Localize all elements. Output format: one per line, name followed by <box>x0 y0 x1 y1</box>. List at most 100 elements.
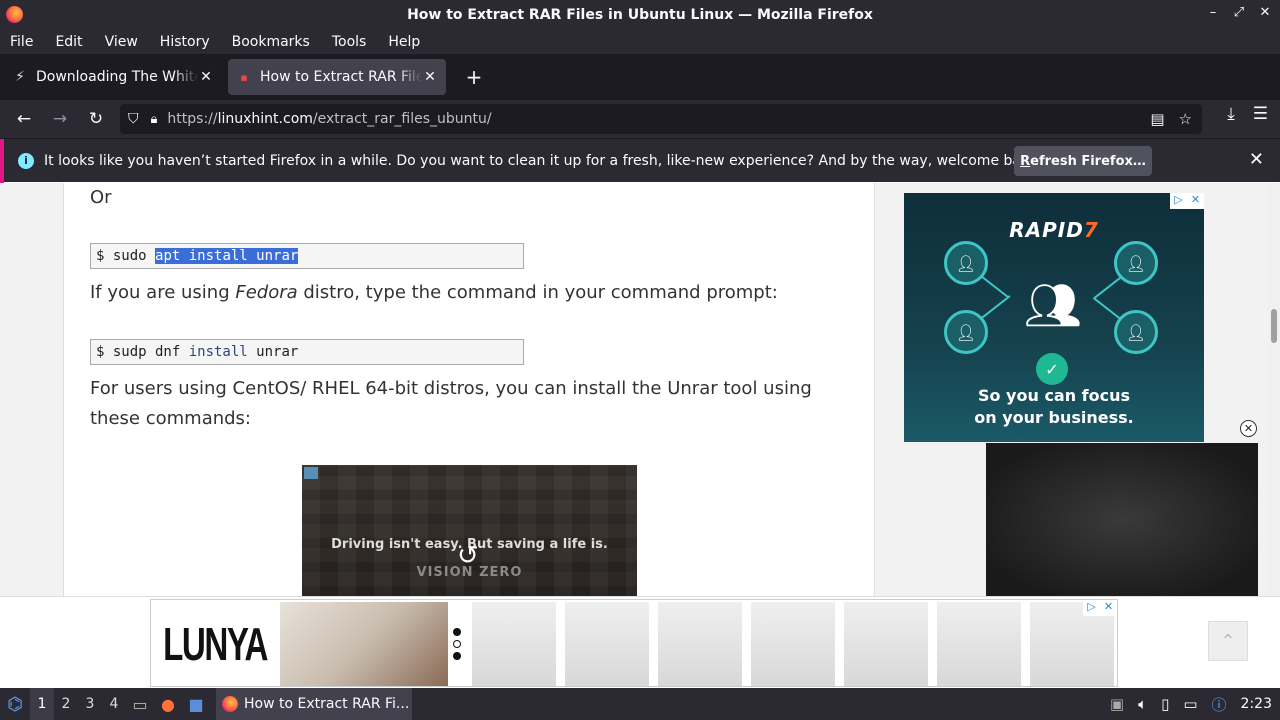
clock: 2:23 <box>1240 696 1272 712</box>
network-icon[interactable]: ▭ <box>1183 695 1197 713</box>
taskbar-firefox-window[interactable]: How to Extract RAR Fi... <box>216 688 412 720</box>
adchoices[interactable]: ▷ ✕ <box>1083 600 1117 616</box>
toolbar-right: ⤓ ☰ <box>1227 104 1268 124</box>
adchoices[interactable]: ▷ ✕ <box>1170 193 1204 209</box>
tab-bar: ⚡ Downloading The White House ✕ ▪ How to… <box>0 54 1280 100</box>
tab-label: How to Extract RAR Files in Ubuntu Linux <box>260 69 422 85</box>
firefox-task-icon <box>222 696 238 712</box>
url-bar[interactable]: ⛉ 🔒︎ https://linuxhint.com/extract_rar_f… <box>120 104 1202 134</box>
menu-tools[interactable]: Tools <box>332 34 367 50</box>
fedora-pre: If you are using <box>90 282 236 303</box>
replay-icon[interactable]: ↺ <box>457 541 479 571</box>
ad-hero-image <box>280 602 448 686</box>
start-menu-icon[interactable]: ⌬ <box>0 688 30 720</box>
file-manager-icon[interactable]: ▭ <box>126 688 154 720</box>
linuxhint-favicon-icon: ▪ <box>240 70 248 84</box>
bottom-ad-banner: LUNYA ▷ ✕ ⌃ <box>0 596 1280 688</box>
tracking-shield-icon[interactable]: ⛉ <box>128 111 139 127</box>
rapid7-logo: RAPID7 <box>904 218 1204 242</box>
download-icon[interactable]: ⤓ <box>1227 104 1235 124</box>
url-text[interactable]: https://linuxhint.com/extract_rar_files_… <box>167 111 491 127</box>
bookmark-star-icon[interactable]: ☆ <box>1179 110 1192 128</box>
navigation-bar: ← → ↻ ⛉ 🔒︎ https://linuxhint.com/extract… <box>0 100 1280 138</box>
product-image[interactable] <box>844 602 928 686</box>
menu-help[interactable]: Help <box>388 34 420 50</box>
back-icon[interactable]: ← <box>6 104 42 134</box>
adchoices-icon[interactable]: ▷ <box>1170 193 1187 209</box>
lunya-ad[interactable]: LUNYA ▷ ✕ <box>150 599 1118 687</box>
user-node-icon: 👤︎ <box>944 310 988 354</box>
close-window-icon[interactable]: ✕ <box>1258 5 1272 20</box>
scrollbar-thumb[interactable] <box>1271 309 1277 343</box>
hamburger-menu-icon[interactable]: ☰ <box>1253 104 1268 124</box>
close-tab-icon[interactable]: ✕ <box>198 69 214 85</box>
workspace-1[interactable]: 1 <box>30 688 54 720</box>
menu-bar: File Edit View History Bookmarks Tools H… <box>0 29 1280 54</box>
forward-icon[interactable]: → <box>42 104 78 134</box>
lock-icon[interactable]: 🔒︎ <box>151 112 158 127</box>
menu-file[interactable]: File <box>10 34 33 50</box>
lunya-logo: LUNYA <box>163 618 268 670</box>
back-to-top-button[interactable]: ⌃ <box>1208 621 1248 661</box>
reader-view-icon[interactable]: ▤ <box>1150 110 1164 128</box>
refresh-accesskey: R <box>1020 153 1031 169</box>
refresh-firefox-button[interactable]: Refresh Firefox… <box>1014 146 1152 176</box>
tab-downloading[interactable]: ⚡ Downloading The White House ✕ <box>4 59 222 95</box>
maximize-icon[interactable]: ⤢ <box>1232 5 1246 20</box>
lightning-icon: ⚡ <box>15 69 25 85</box>
menu-edit[interactable]: Edit <box>55 34 82 50</box>
reload-icon[interactable]: ↻ <box>78 104 114 134</box>
ad-close-icon[interactable]: ✕ <box>1187 193 1204 209</box>
url-bar-actions: ▤ ☆ <box>1150 110 1192 128</box>
workspace-3[interactable]: 3 <box>78 688 102 720</box>
minimize-icon[interactable]: – <box>1206 5 1220 20</box>
page-scrollbar[interactable] <box>1268 183 1280 596</box>
product-image[interactable] <box>565 602 649 686</box>
rapid7-logo-main: RAPID <box>1009 218 1084 242</box>
carousel-dot[interactable] <box>453 640 461 648</box>
update-notice-icon[interactable]: ⓘ <box>1212 694 1227 715</box>
system-tray: ▣ 🔈︎ ▯ ▭ ⓘ 2:23 <box>1110 688 1272 720</box>
tab-extract-rar[interactable]: ▪ How to Extract RAR Files in Ubuntu Lin… <box>228 59 446 95</box>
ad-tagline: So you can focus on your business. <box>904 385 1204 429</box>
firefox-launcher-icon[interactable]: ● <box>154 688 182 720</box>
code-prompt: $ sudo <box>96 248 156 264</box>
code-rest: unrar <box>247 344 299 360</box>
url-domain: linuxhint.com <box>217 111 313 127</box>
selected-code: apt install unrar <box>155 248 299 264</box>
product-image[interactable] <box>751 602 835 686</box>
close-notification-icon[interactable]: ✕ <box>1249 149 1264 170</box>
workspace-2[interactable]: 2 <box>54 688 78 720</box>
ad-close-icon[interactable]: ✕ <box>1100 600 1117 616</box>
terminal-icon[interactable]: ■ <box>182 688 210 720</box>
menu-history[interactable]: History <box>160 34 210 50</box>
video-ad[interactable]: Driving isn't easy. But saving a life is… <box>302 465 637 596</box>
code-block-apt[interactable]: $ sudo apt install unrar <box>90 243 524 269</box>
clipboard-icon[interactable]: ▯ <box>1161 695 1169 713</box>
workspace-4[interactable]: 4 <box>102 688 126 720</box>
carousel-dot[interactable] <box>453 628 461 636</box>
product-image[interactable] <box>658 602 742 686</box>
close-video-ad-icon[interactable]: ✕ <box>1240 420 1257 437</box>
user-node-icon: 👤︎ <box>1114 241 1158 285</box>
sidebar-ad-rapid7[interactable]: RAPID7 👤︎ 👤︎ 👤︎ 👤︎ 👥︎ ✓ So you can focus… <box>904 193 1204 442</box>
carousel-dots[interactable] <box>453 628 461 660</box>
menu-view[interactable]: View <box>105 34 138 50</box>
tray-drive-icon[interactable]: ▣ <box>1110 695 1124 713</box>
info-icon: i <box>18 152 34 169</box>
code-keyword: install <box>188 344 248 360</box>
team-hub-icon: 👥︎ <box>1023 277 1083 332</box>
product-image[interactable] <box>472 602 556 686</box>
new-tab-icon[interactable]: + <box>462 65 486 89</box>
volume-icon[interactable]: 🔈︎ <box>1138 695 1147 713</box>
carousel-dot[interactable] <box>453 652 461 660</box>
product-image[interactable] <box>937 602 1021 686</box>
menu-bookmarks[interactable]: Bookmarks <box>232 34 310 50</box>
task-label: How to Extract RAR Fi... <box>244 696 410 712</box>
code-block-dnf[interactable]: $ sudp dnf install unrar <box>90 339 524 365</box>
or-text: Or <box>90 187 112 208</box>
adchoices-icon[interactable]: ▷ <box>1083 600 1100 616</box>
close-tab-icon[interactable]: ✕ <box>422 69 438 85</box>
rapid7-logo-accent: 7 <box>1083 218 1099 242</box>
apple-video-ad[interactable] <box>986 443 1258 596</box>
